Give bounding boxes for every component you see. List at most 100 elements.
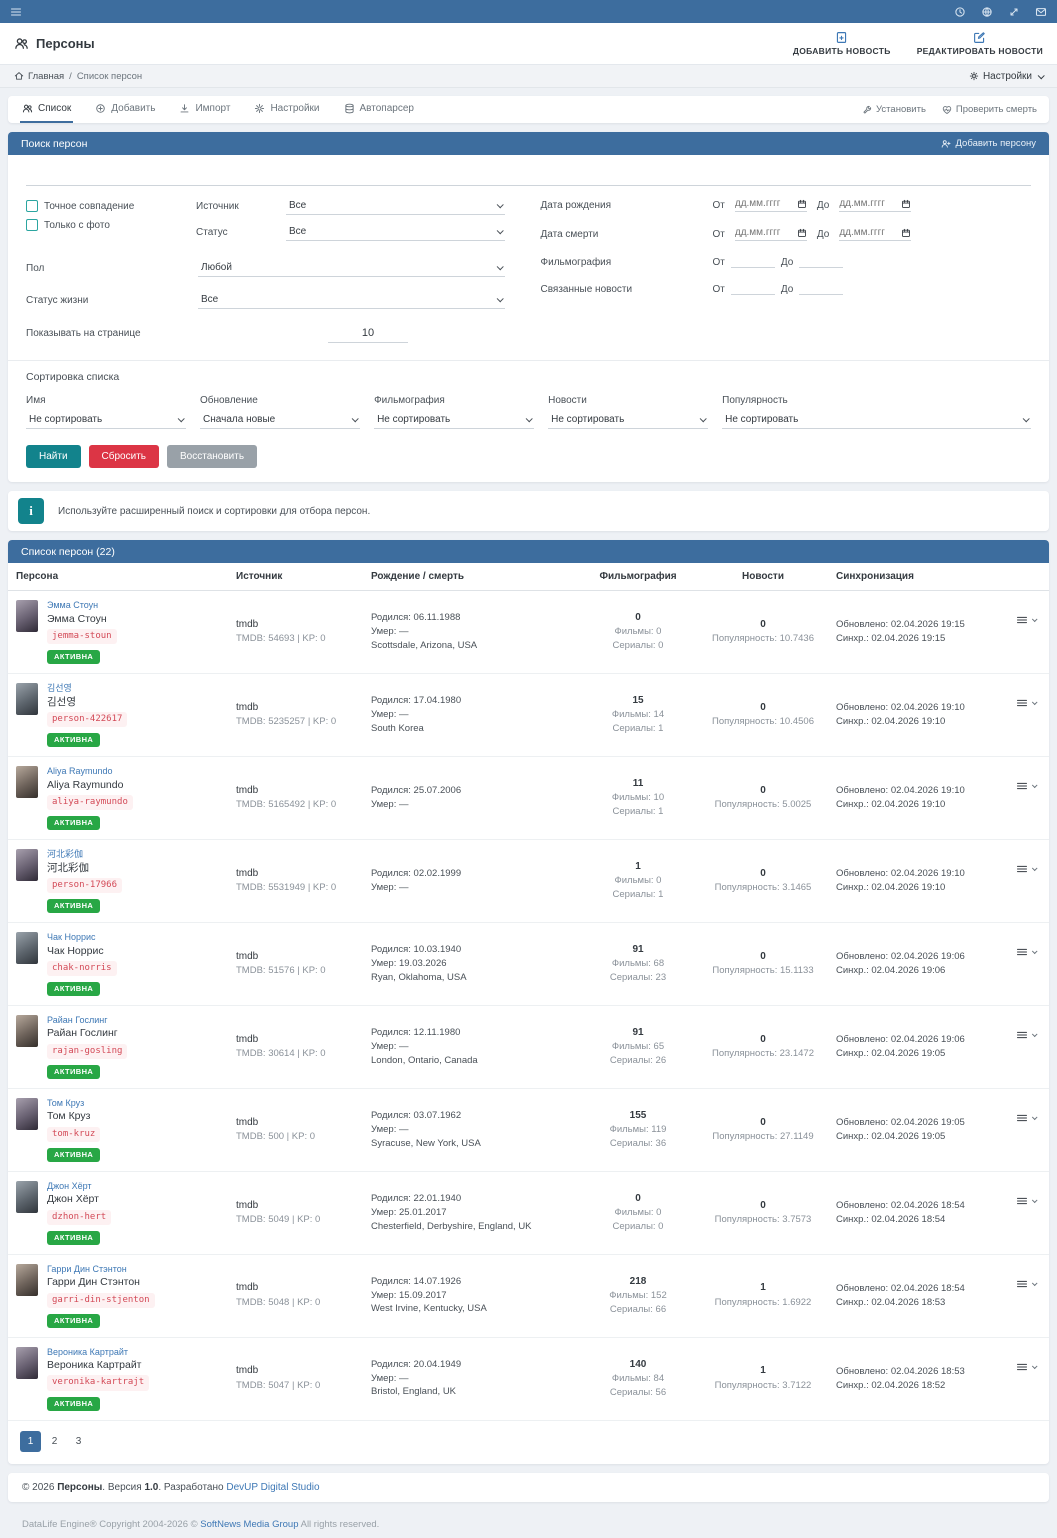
person-code[interactable]: jemma-stoun — [47, 628, 117, 644]
sort-popularity-select[interactable]: Не сортировать — [722, 412, 1031, 429]
status-select[interactable]: Все — [286, 224, 505, 241]
person-code[interactable]: rajan-gosling — [47, 1043, 128, 1059]
person-photo[interactable] — [16, 1263, 38, 1296]
exact-match-checkbox[interactable] — [26, 200, 38, 212]
check-death-button[interactable]: Проверить смерть — [942, 104, 1037, 115]
person-link[interactable]: Вероника Картрайт — [47, 1347, 149, 1359]
person-link[interactable]: 河北彩伽 — [47, 849, 122, 861]
person-code[interactable]: veronika-kartrajt — [47, 1375, 150, 1391]
menu-icon[interactable] — [10, 6, 22, 18]
person-photo[interactable] — [16, 1346, 38, 1379]
person-photo[interactable] — [16, 600, 38, 632]
page-2[interactable]: 2 — [44, 1431, 65, 1452]
series-count: Сериалы: 23 — [609, 972, 667, 984]
filmography-from-input[interactable] — [730, 256, 775, 268]
footer-studio-link[interactable]: DevUP Digital Studio — [226, 1482, 319, 1493]
tab-import[interactable]: Импорт — [177, 96, 232, 123]
death-from-input[interactable] — [734, 227, 807, 241]
row-menu-button[interactable] — [1016, 1029, 1038, 1041]
source-name: tmdb — [236, 1199, 259, 1211]
person-link[interactable]: Гарри Дин Стэнтон — [47, 1264, 155, 1276]
birth-from-input[interactable] — [734, 198, 807, 212]
person-code[interactable]: person-422617 — [47, 711, 128, 727]
tab-list[interactable]: Список — [20, 96, 74, 123]
person-photo[interactable] — [16, 765, 38, 798]
engine-link[interactable]: SoftNews Media Group — [200, 1519, 298, 1530]
person-photo[interactable] — [16, 1180, 38, 1213]
tab-settings[interactable]: Настройки — [252, 96, 321, 123]
name-search-input[interactable] — [26, 167, 1031, 186]
person-photo[interactable] — [16, 682, 38, 715]
page-1[interactable]: 1 — [20, 1430, 41, 1452]
only-photo-option[interactable]: Только с фото — [26, 219, 196, 231]
source-ids: TMDB: 5047 | KP: 0 — [236, 1379, 321, 1391]
films-total: 91 — [632, 943, 644, 955]
related-news-to-input[interactable] — [799, 283, 844, 295]
row-menu-button[interactable] — [1016, 863, 1038, 875]
sort-name-select[interactable]: Не сортировать — [26, 412, 187, 429]
news-count: 0 — [760, 950, 766, 962]
status-badge: АКТИВНА — [47, 1230, 101, 1245]
person-code[interactable]: tom-kruz — [47, 1126, 101, 1142]
person-photo[interactable] — [16, 931, 38, 964]
find-button[interactable]: Найти — [26, 445, 81, 468]
source-select[interactable]: Все — [286, 198, 505, 215]
person-link[interactable]: 김선영 — [47, 683, 127, 695]
filmography-to-input[interactable] — [799, 256, 844, 268]
films-count: Фильмы: 0 — [614, 1207, 662, 1219]
restore-button[interactable]: Восстановить — [167, 445, 258, 468]
row-menu-button[interactable] — [1016, 1361, 1038, 1373]
death-to-input[interactable] — [839, 227, 912, 241]
sort-filmography-select[interactable]: Не сортировать — [374, 412, 535, 429]
life-status-select[interactable]: Все — [198, 292, 505, 309]
related-news-from-input[interactable] — [730, 283, 775, 295]
add-person-button[interactable]: Добавить персону — [941, 138, 1036, 149]
tab-add[interactable]: Добавить — [93, 96, 157, 123]
globe-icon[interactable] — [981, 6, 993, 18]
reset-button[interactable]: Сбросить — [88, 445, 159, 468]
person-link[interactable]: Aliya Raymundo — [47, 766, 133, 778]
person-photo[interactable] — [16, 1097, 38, 1130]
history-icon[interactable] — [954, 6, 966, 18]
person-code[interactable]: person-17966 — [47, 877, 123, 893]
row-menu-button[interactable] — [1016, 1112, 1038, 1124]
install-button[interactable]: Установить — [862, 104, 926, 115]
person-link[interactable]: Том Круз — [47, 1098, 100, 1110]
mail-icon[interactable] — [1035, 6, 1047, 18]
table-row: Том Круз Том Круз tom-kruz АКТИВНА tmdb … — [8, 1089, 1049, 1172]
edit-news-button[interactable]: РЕДАКТИРОВАТЬ НОВОСТИ — [917, 31, 1043, 56]
settings-dropdown[interactable]: Настройки — [969, 71, 1045, 82]
per-page-input[interactable] — [328, 324, 408, 343]
person-code[interactable]: garri-din-stjenton — [47, 1292, 155, 1308]
row-menu-button[interactable] — [1016, 1278, 1038, 1290]
tab-autoparser[interactable]: Автопарсер — [342, 96, 416, 123]
person-link[interactable]: Райан Гослинг — [47, 1015, 127, 1027]
person-photo[interactable] — [16, 1014, 38, 1047]
row-menu-button[interactable] — [1016, 697, 1038, 709]
only-photo-checkbox[interactable] — [26, 219, 38, 231]
page-3[interactable]: 3 — [68, 1431, 89, 1452]
person-code[interactable]: dzhon-hert — [47, 1209, 112, 1225]
sort-news-select[interactable]: Не сортировать — [548, 412, 709, 429]
person-code[interactable]: chak-norris — [47, 960, 117, 976]
birth-place: Chesterfield, Derbyshire, England, UK — [371, 1220, 532, 1232]
gender-select[interactable]: Любой — [198, 260, 505, 277]
breadcrumb-home[interactable]: Главная — [14, 71, 64, 82]
updated-at: Обновлено: 02.04.2026 19:10 — [836, 868, 965, 880]
fullscreen-icon[interactable] — [1008, 6, 1020, 18]
exact-match-option[interactable]: Точное совпадение — [26, 200, 196, 212]
row-menu-button[interactable] — [1016, 780, 1038, 792]
row-menu-button[interactable] — [1016, 946, 1038, 958]
person-photo[interactable] — [16, 848, 38, 881]
status-badge: АКТИВНА — [47, 732, 101, 747]
add-news-button[interactable]: ДОБАВИТЬ НОВОСТЬ — [793, 31, 891, 56]
sort-update-select[interactable]: Сначала новые — [200, 412, 361, 429]
person-code[interactable]: aliya-raymundo — [47, 794, 133, 810]
person-link[interactable]: Джон Хёрт — [47, 1181, 111, 1193]
birth-to-input[interactable] — [839, 198, 912, 212]
row-menu-button[interactable] — [1016, 614, 1038, 626]
row-menu-button[interactable] — [1016, 1195, 1038, 1207]
born-date: Родился: 17.04.1980 — [371, 695, 462, 707]
person-link[interactable]: Эмма Стоун — [47, 600, 117, 612]
person-link[interactable]: Чак Норрис — [47, 932, 117, 944]
